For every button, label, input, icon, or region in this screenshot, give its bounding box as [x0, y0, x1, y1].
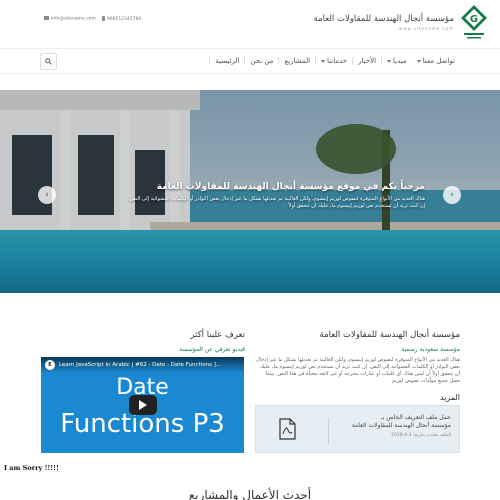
- chevron-left-icon: ‹: [45, 190, 49, 200]
- main-nav: الرئيسية من نحن المشاريع خدماتنا الأخبار…: [0, 48, 500, 74]
- about-text: هناك العديد من الأنواع المتوفرة لنصوص لو…: [256, 357, 460, 384]
- phone-contact[interactable]: 966512345789: [101, 16, 142, 22]
- video-section-head: تعرف علينا أكثر فيديو تعرفي عن المؤسسة: [160, 330, 245, 353]
- nav-item-media[interactable]: ميديا: [381, 57, 412, 65]
- chevron-down-icon: [321, 59, 326, 63]
- nav-item-projects[interactable]: المشاريع: [278, 57, 315, 65]
- latest-works-title: أحدث الأعمال والمشاريع: [188, 488, 312, 500]
- file-name-line1: حمل ملف التعريف الخاص بـ: [380, 414, 451, 421]
- nav-item-home[interactable]: الرئيسية: [209, 57, 244, 65]
- slider-next-button[interactable]: ›: [443, 186, 461, 204]
- nav-item-services[interactable]: خدماتنا: [315, 57, 352, 65]
- chevron-down-icon: [387, 59, 392, 63]
- phone-text: 966512345789: [106, 17, 142, 22]
- video-caption[interactable]: Learn JavaScript In Arabic | #62 - Date …: [59, 362, 221, 368]
- more-title: المزيد: [439, 393, 460, 402]
- chevron-right-icon: ›: [450, 190, 454, 200]
- video-player[interactable]: E Learn JavaScript In Arabic | #62 - Dat…: [41, 357, 244, 453]
- mail-icon: [44, 16, 49, 21]
- contact-info: info@sitename.com 966512345789: [44, 16, 141, 22]
- file-name-line2: مؤسسة أنجال الهندسة للمقاولات العامة: [351, 422, 451, 429]
- nav-menu: الرئيسية من نحن المشاريع خدماتنا الأخبار…: [209, 57, 460, 65]
- play-icon: [139, 400, 147, 410]
- chevron-down-icon: [416, 59, 421, 63]
- download-file-box[interactable]: حمل ملف التعريف الخاص بـ مؤسسة أنجال اله…: [255, 405, 460, 453]
- brand-name: مؤسسة أنجال الهندسة للمقاولات العامة: [313, 13, 454, 24]
- nav-item-about[interactable]: من نحن: [244, 57, 278, 65]
- logo-icon: G: [461, 5, 487, 39]
- email-contact[interactable]: info@sitename.com: [44, 16, 96, 22]
- brand-url: www.sitename.com: [398, 25, 454, 31]
- file-meta: الملف محدث بتاريخ: 1-4-2018: [391, 433, 451, 438]
- email-text: info@sitename.com: [51, 16, 96, 22]
- brand[interactable]: مؤسسة أنجال الهندسة للمقاولات العامة www…: [314, 4, 488, 40]
- about-subtitle: مؤسسة سعودية رسمية: [401, 346, 460, 353]
- error-overlay-text: I am Sorry !!!!!: [4, 464, 59, 472]
- phone-icon: [101, 16, 105, 21]
- search-icon: [45, 58, 52, 65]
- site-header: info@sitename.com 966512345789 مؤسسة أنج…: [0, 0, 500, 48]
- hero-slider: مرحباً بكم في موقع مؤسسة أنجال الهندسة ل…: [0, 90, 500, 293]
- about-title: مؤسسة أنجال الهندسة للمقاولات العامة: [319, 330, 460, 340]
- pdf-file-icon: [279, 418, 296, 440]
- video-title-bar: E Learn JavaScript In Arabic | #62 - Dat…: [41, 357, 244, 373]
- play-button[interactable]: [129, 395, 157, 415]
- nav-item-contact[interactable]: تواصل معنا: [412, 57, 460, 65]
- video-section-title: تعرف علينا أكثر: [190, 330, 245, 340]
- hero-description: هناك العديد من الأنواع المتوفرة لنصوص لو…: [128, 196, 425, 209]
- nav-item-news[interactable]: الأخبار: [352, 57, 381, 65]
- hero-title: مرحباً بكم في موقع مؤسسة أنجال الهندسة ل…: [156, 182, 425, 192]
- video-section-subtitle: فيديو تعرفي عن المؤسسة: [179, 346, 245, 353]
- slider-prev-button[interactable]: ‹: [38, 186, 56, 204]
- channel-avatar[interactable]: E: [45, 360, 55, 370]
- search-button[interactable]: [40, 53, 57, 70]
- svg-text:G: G: [470, 14, 478, 25]
- about-section: مؤسسة أنجال الهندسة للمقاولات العامة مؤس…: [255, 330, 460, 402]
